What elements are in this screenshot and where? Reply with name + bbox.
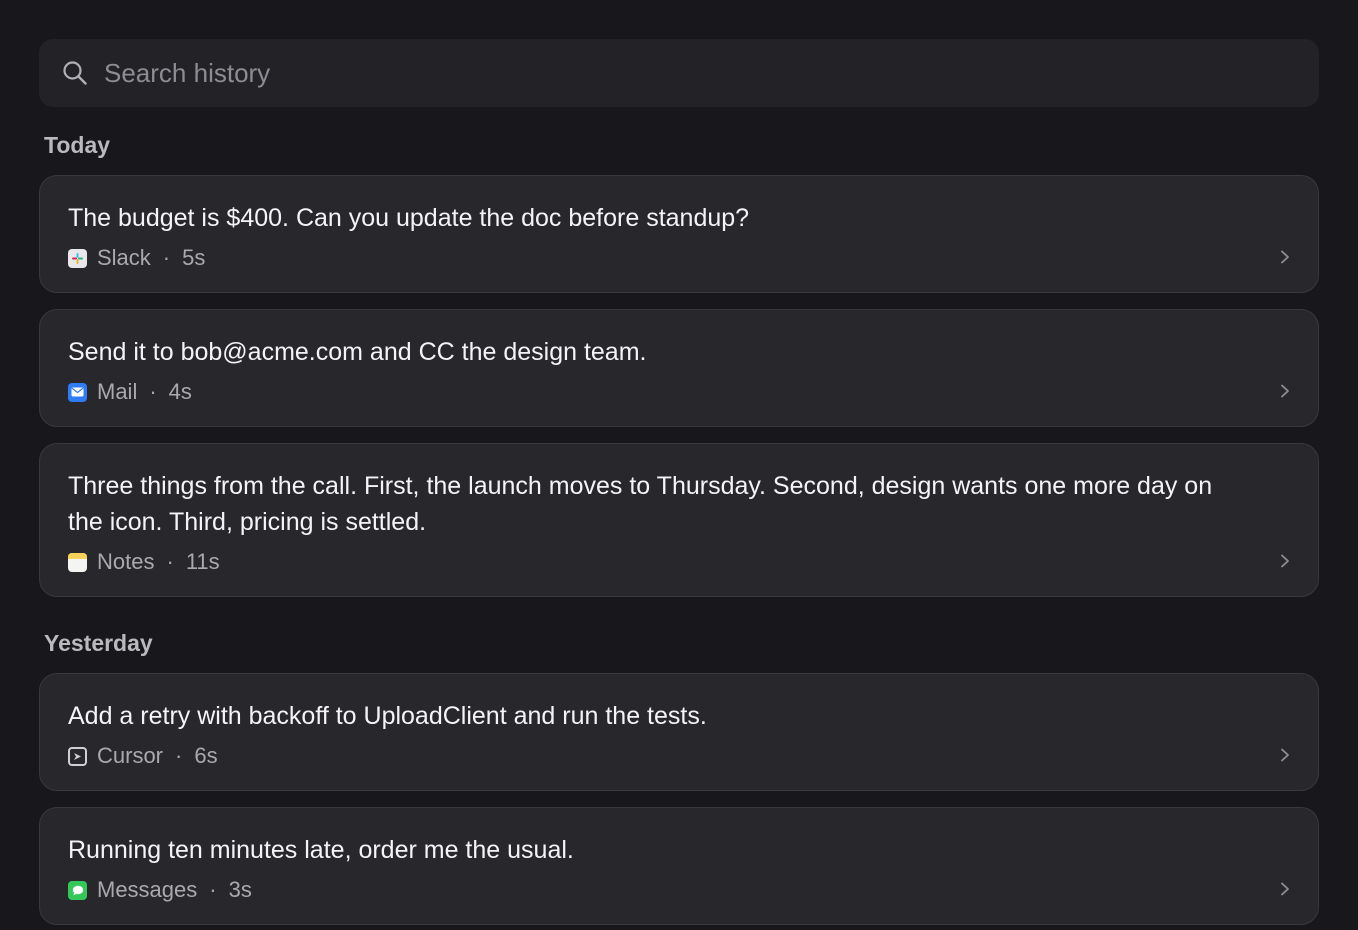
chevron-right-icon [1281, 554, 1289, 568]
meta-separator: · [209, 877, 217, 902]
history-item[interactable]: Send it to bob@acme.com and CC the desig… [39, 309, 1319, 427]
history-item-text: The budget is $400. Can you update the d… [68, 204, 750, 232]
chevron-right-icon [1281, 250, 1289, 264]
duration: 3s [228, 877, 252, 902]
section-label-today: Today [44, 132, 111, 158]
history-page: Search history Today The budget is $400.… [0, 0, 1358, 930]
chevron-right-icon [1281, 748, 1289, 762]
notes-icon [68, 552, 87, 572]
duration: 11s [185, 549, 220, 574]
history-item-meta: Slack · 5s [68, 240, 1238, 276]
history-item-text: Three things from the call. First, the l… [68, 472, 1213, 536]
history-item[interactable]: The budget is $400. Can you update the d… [39, 175, 1319, 293]
duration: 6s [194, 743, 218, 768]
history-item-meta: Mail · 4s [68, 374, 1238, 410]
mail-icon [68, 382, 87, 402]
cursor-icon [68, 746, 87, 766]
section-label-yesterday: Yesterday [44, 630, 153, 656]
app-name: Mail [97, 379, 138, 404]
duration: 4s [168, 379, 192, 404]
history-item[interactable]: Add a retry with backoff to UploadClient… [39, 673, 1319, 791]
search-input[interactable]: Search history [104, 58, 270, 89]
history-item-text: Send it to bob@acme.com and CC the desig… [68, 338, 647, 366]
meta-separator: · [149, 379, 157, 404]
duration: 5s [182, 245, 206, 270]
history-item-meta: Cursor · 6s [68, 738, 1238, 774]
meta-separator: · [166, 549, 174, 574]
meta-separator: · [162, 245, 171, 270]
chevron-right-icon [1281, 882, 1289, 896]
history-item-meta: Messages · 3s [68, 872, 1238, 908]
history-item-text: Add a retry with backoff to UploadClient… [68, 702, 707, 730]
chevron-right-icon [1281, 384, 1289, 398]
search-bar[interactable]: Search history [39, 39, 1319, 107]
slack-icon [68, 248, 87, 268]
meta-separator: · [175, 743, 183, 768]
history-item-meta: Notes · 11s [68, 544, 1238, 580]
history-item-text: Running ten minutes late, order me the u… [68, 836, 574, 864]
history-item[interactable]: Running ten minutes late, order me the u… [39, 807, 1319, 925]
app-name: Notes [97, 549, 155, 574]
app-name: Messages [97, 877, 198, 902]
history-item[interactable]: Three things from the call. First, the l… [39, 443, 1319, 597]
app-name: Cursor [97, 743, 164, 768]
search-icon [61, 59, 89, 87]
messages-icon [68, 880, 87, 900]
app-name: Slack [97, 245, 151, 270]
